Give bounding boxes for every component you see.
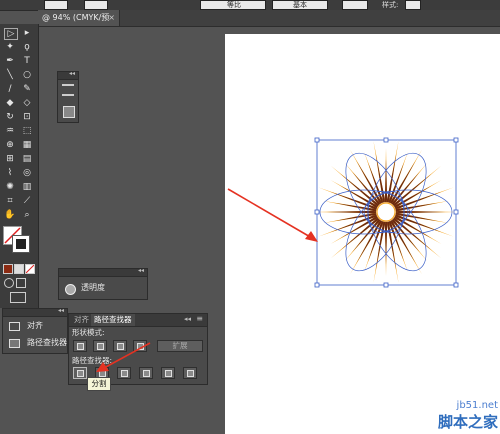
watermark-site: jb51.net bbox=[456, 400, 498, 411]
watermark: jb51.net 脚本之家 bbox=[438, 400, 498, 432]
resize-handle[interactable] bbox=[383, 282, 389, 288]
overlay-svg bbox=[96, 137, 459, 372]
petal bbox=[384, 221, 388, 265]
selection-handles[interactable] bbox=[314, 137, 459, 288]
resize-handle[interactable] bbox=[453, 282, 459, 288]
resize-handle[interactable] bbox=[453, 137, 459, 143]
starburst-artwork[interactable] bbox=[314, 141, 458, 283]
watermark-brand: 脚本之家 bbox=[437, 413, 498, 431]
red-arrow-panel bbox=[103, 342, 151, 369]
center-knot bbox=[376, 202, 396, 222]
resize-handle[interactable] bbox=[314, 282, 320, 288]
resize-handle[interactable] bbox=[383, 137, 389, 143]
petal bbox=[384, 159, 388, 203]
petal bbox=[395, 210, 446, 214]
resize-handle[interactable] bbox=[314, 137, 320, 143]
red-arrowhead-canvas bbox=[305, 231, 318, 242]
selection-bounding-box bbox=[316, 139, 457, 286]
resize-handle[interactable] bbox=[453, 209, 459, 215]
petal bbox=[326, 210, 377, 214]
red-arrow-canvas bbox=[227, 188, 313, 239]
resize-handle[interactable] bbox=[314, 209, 320, 215]
